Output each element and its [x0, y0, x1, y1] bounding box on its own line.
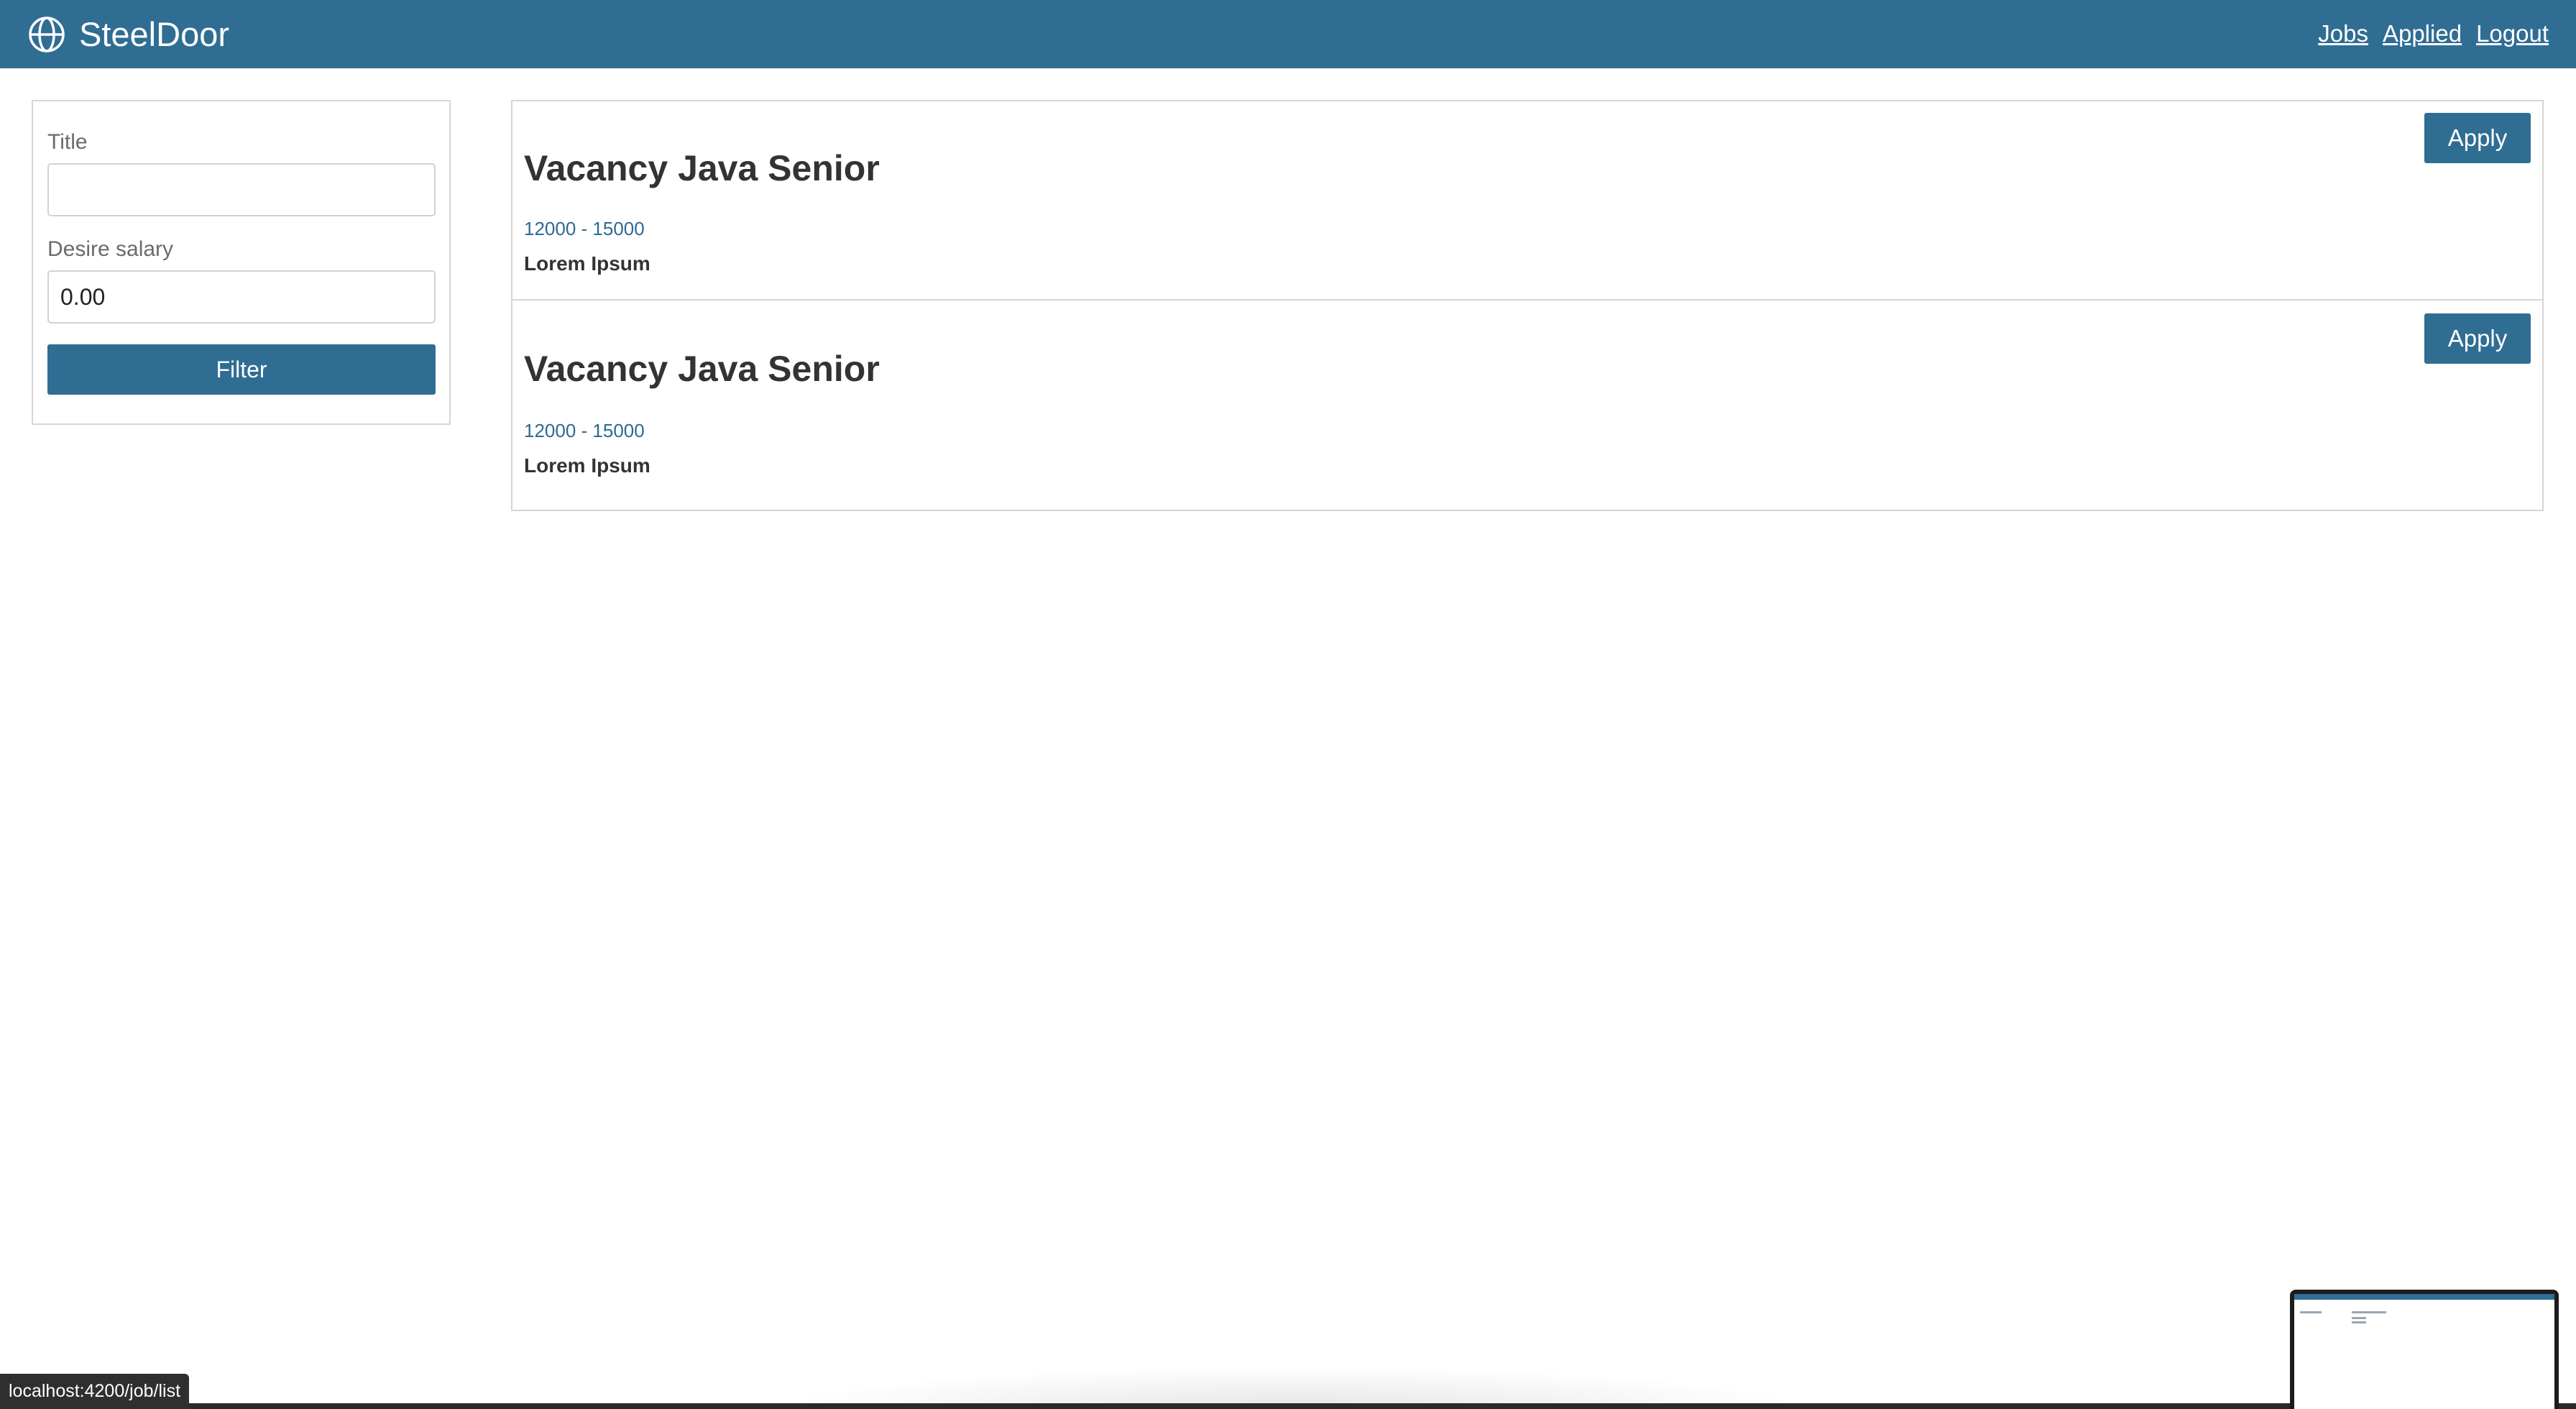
job-card: Apply Vacancy Java Senior 12000 - 15000 …	[511, 299, 2544, 511]
brand-name: SteelDoor	[79, 15, 229, 53]
job-description: Lorem Ipsum	[524, 252, 650, 275]
bottom-shadow	[776, 1366, 1811, 1409]
thumbnail-line	[2352, 1321, 2366, 1323]
thumbnail-line	[2352, 1317, 2366, 1319]
apply-button[interactable]: Apply	[2424, 313, 2531, 364]
thumbnail-navbar	[2294, 1294, 2554, 1300]
job-title: Vacancy Java Senior	[524, 349, 880, 389]
filter-button[interactable]: Filter	[47, 344, 436, 395]
salary-input[interactable]	[47, 270, 436, 323]
job-title: Vacancy Java Senior	[524, 148, 880, 188]
nav-link-logout[interactable]: Logout	[2476, 17, 2549, 50]
status-bar-url: localhost:4200/job/list	[0, 1374, 190, 1409]
job-salary: 12000 - 15000	[524, 420, 645, 441]
globe-icon	[27, 15, 66, 54]
thumbnail-line	[2352, 1311, 2386, 1313]
navbar: SteelDoor Jobs Applied Logout	[0, 0, 2576, 68]
job-description: Lorem Ipsum	[524, 454, 650, 477]
nav-links: Jobs Applied Logout	[2318, 17, 2549, 50]
thumbnail-line	[2300, 1311, 2322, 1313]
nav-link-applied[interactable]: Applied	[2383, 17, 2462, 50]
screen-preview-thumbnail[interactable]	[2290, 1290, 2559, 1409]
title-label: Title	[47, 130, 88, 154]
brand[interactable]: SteelDoor	[27, 13, 229, 56]
title-input[interactable]	[47, 163, 436, 216]
apply-button[interactable]: Apply	[2424, 113, 2531, 163]
job-salary: 12000 - 15000	[524, 218, 645, 239]
salary-label: Desire salary	[47, 237, 174, 261]
job-card: Apply Vacancy Java Senior 12000 - 15000 …	[511, 100, 2544, 302]
nav-link-jobs[interactable]: Jobs	[2318, 17, 2368, 50]
screen-edge	[0, 1403, 2576, 1409]
filter-panel: Title Desire salary Filter	[32, 100, 451, 425]
